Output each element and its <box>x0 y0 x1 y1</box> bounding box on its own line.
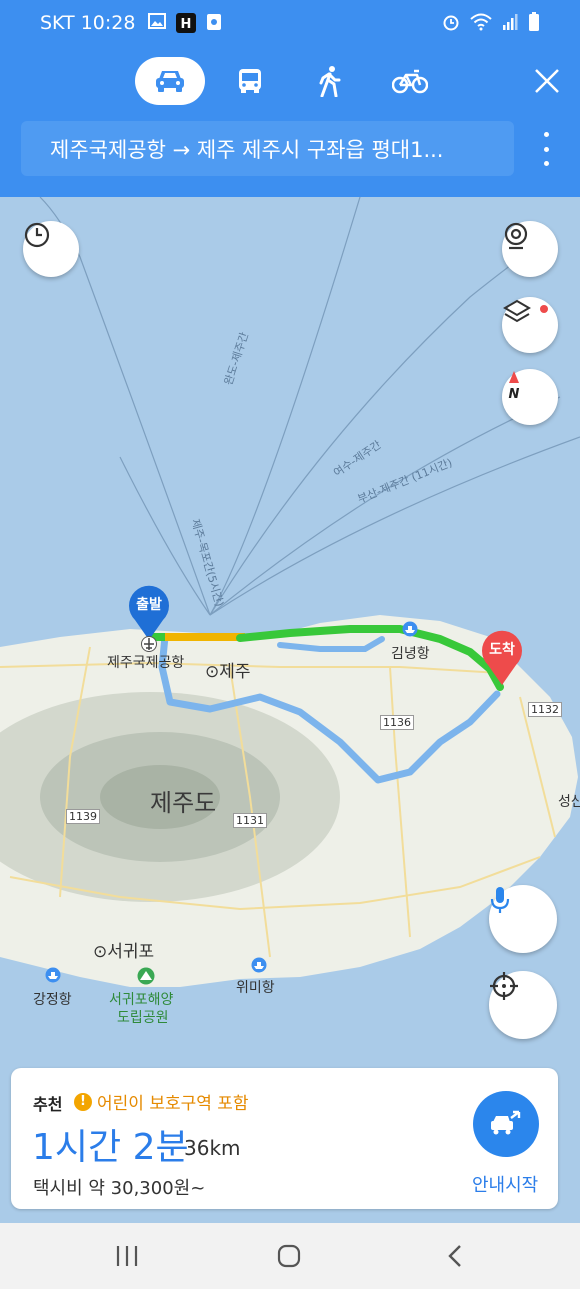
warning-icon: ! <box>74 1092 92 1111</box>
walk-icon <box>319 66 341 97</box>
route-header: SKT 10:28 H 제주국제공항 → 제주 제주시 구좌읍 평대1... <box>0 0 580 197</box>
travel-distance: 36km <box>184 1136 241 1160</box>
route-summary-field[interactable]: 제주국제공항 → 제주 제주시 구좌읍 평대1... <box>21 121 514 176</box>
route-summary-card[interactable]: 추천 ! 어린이 보호구역 포함 1시간 2분 36km 택시비 약 30,30… <box>11 1068 558 1209</box>
layers-notification-dot <box>540 305 548 313</box>
label-road-1139: 1139 <box>66 809 100 824</box>
back-button[interactable] <box>438 1239 472 1273</box>
cctv-button[interactable] <box>502 221 558 277</box>
label-gangjeong: 강정항 <box>33 992 72 1008</box>
alarm-icon <box>443 15 459 31</box>
carrier-time: SKT 10:28 <box>40 12 136 34</box>
warning-text: 어린이 보호구역 포함 <box>97 1094 249 1114</box>
school-zone-warning: ! 어린이 보호구역 포함 <box>74 1089 249 1114</box>
location-target-icon <box>490 972 518 1000</box>
microphone-icon <box>490 887 510 913</box>
transport-mode-tabs <box>0 52 580 112</box>
system-navigation-bar <box>0 1223 580 1289</box>
layers-icon <box>503 299 531 323</box>
home-icon <box>277 1244 301 1268</box>
label-seongsan: 성산 <box>558 794 580 810</box>
app-notification-icon <box>207 14 221 30</box>
car-icon <box>156 71 184 92</box>
label-jeju-city: ⊙제주 <box>205 662 251 682</box>
port-icon <box>402 621 418 637</box>
cctv-icon <box>504 222 528 250</box>
history-button[interactable] <box>23 221 79 277</box>
start-pin-label: 출발 <box>136 597 162 613</box>
notification-icons: H <box>148 13 222 33</box>
start-navigation-label[interactable]: 안내시작 <box>472 1171 538 1197</box>
navigation-car-icon <box>491 1110 521 1135</box>
airport-icon <box>141 636 157 652</box>
tab-car[interactable] <box>135 57 205 105</box>
label-wimi: 위미항 <box>236 980 275 996</box>
close-icon <box>535 69 559 93</box>
compass-icon: N <box>509 371 520 401</box>
svg-text:N: N <box>509 387 520 401</box>
start-navigation-button[interactable] <box>473 1091 539 1157</box>
travel-duration: 1시간 2분 <box>32 1127 189 1168</box>
tab-bicycle[interactable] <box>375 57 445 105</box>
label-jejudo: 제주도 <box>150 789 217 817</box>
hotel-app-icon: H <box>176 13 196 33</box>
more-options-button[interactable] <box>536 132 556 166</box>
recent-apps-button[interactable] <box>110 1239 144 1273</box>
label-gimnyeong: 김녕항 <box>391 646 430 662</box>
label-park-1: 서귀포해양 <box>109 992 174 1008</box>
label-road-1136: 1136 <box>380 715 414 730</box>
tab-bus[interactable] <box>215 57 285 105</box>
status-bar: SKT 10:28 H <box>0 0 580 48</box>
clock-icon <box>24 222 50 248</box>
port-icon <box>45 967 61 983</box>
label-park-2: 도립공원 <box>117 1010 169 1026</box>
close-button[interactable] <box>512 57 580 105</box>
bus-icon <box>239 69 261 93</box>
end-pin-label: 도착 <box>489 642 515 658</box>
compass-button[interactable]: N <box>502 369 558 425</box>
taxi-fare: 택시비 약 30,300원~ <box>33 1178 206 1199</box>
my-location-button[interactable] <box>489 971 557 1039</box>
layers-button[interactable] <box>502 297 558 353</box>
wifi-icon <box>470 13 492 31</box>
route-text: 제주국제공항 → 제주 제주시 구좌읍 평대1... <box>50 137 444 162</box>
label-road-1131: 1131 <box>233 813 267 828</box>
tab-walk[interactable] <box>295 57 365 105</box>
label-road-1132: 1132 <box>528 702 562 717</box>
signal-icon <box>503 14 518 30</box>
home-button[interactable] <box>272 1239 306 1273</box>
label-airport: 제주국제공항 <box>107 655 185 671</box>
park-icon <box>137 967 155 985</box>
recent-apps-icon <box>116 1246 138 1266</box>
back-icon <box>448 1245 461 1267</box>
svg-text:H: H <box>181 17 192 32</box>
label-seogwipo: ⊙서귀포 <box>93 942 155 962</box>
recommend-label: 추천 <box>33 1095 63 1114</box>
voice-search-button[interactable] <box>489 885 557 953</box>
system-icons <box>442 12 540 32</box>
port-icon <box>251 957 267 973</box>
bicycle-icon <box>392 69 428 94</box>
battery-icon <box>529 12 539 31</box>
gallery-icon <box>148 13 166 29</box>
